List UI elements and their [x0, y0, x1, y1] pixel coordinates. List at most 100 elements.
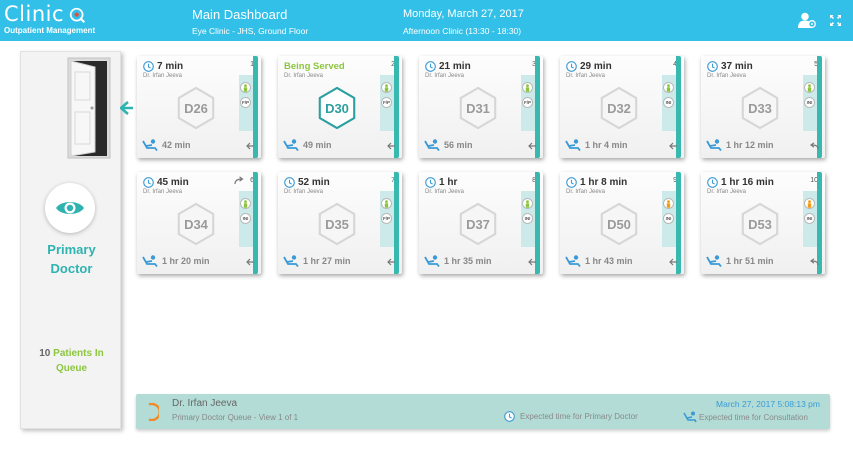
visit-type-badge[interactable]: INI — [804, 97, 815, 108]
expected-time-text: 45 min — [157, 177, 189, 188]
patient-status-icon[interactable] — [381, 82, 392, 93]
back-arrow-icon[interactable] — [246, 258, 255, 266]
visit-type-text: INI — [665, 216, 672, 221]
back-arrow-icon[interactable] — [387, 258, 396, 266]
back-arrow-icon[interactable] — [669, 142, 678, 150]
queue-card[interactable]: 1 hr 16 min Dr. Irfan Jeeva 10 D53 1 hr … — [701, 172, 825, 274]
queue-card[interactable]: 37 min Dr. Irfan Jeeva 5 D33 1 hr 12 min… — [701, 56, 825, 158]
queue-card[interactable]: 21 min Dr. Irfan Jeeva 3 D31 56 min F/P — [419, 56, 543, 158]
back-arrow-icon[interactable] — [387, 142, 396, 150]
dashboard-title-block: Main Dashboard Eye Clinic - JHS, Ground … — [192, 7, 308, 36]
expected-time: 29 min — [566, 61, 612, 72]
queue-card[interactable]: 7 min Dr. Irfan Jeeva 1 D26 42 min F/P — [137, 56, 261, 158]
arrow-left-icon — [120, 101, 133, 115]
brand-q-icon — [70, 7, 86, 24]
clock-icon — [707, 177, 718, 188]
queue-card[interactable]: 29 min Dr. Irfan Jeeva 4 D32 1 hr 4 min … — [560, 56, 684, 158]
patient-status-icon[interactable] — [522, 82, 533, 93]
patient-code[interactable]: D34 — [174, 202, 218, 246]
queue-card[interactable]: 52 min Dr. Irfan Jeeva 7 D35 1 hr 27 min… — [278, 172, 402, 274]
expected-time-text: 1 hr 8 min — [580, 177, 628, 188]
legend-primary: Expected time for Primary Doctor — [504, 411, 638, 422]
forward-icon[interactable] — [234, 176, 244, 185]
consult-wait: 1 hr 27 min — [283, 255, 351, 267]
clock-icon — [707, 61, 718, 72]
patient-code[interactable]: D30 — [315, 86, 359, 130]
user-settings-icon[interactable] — [798, 12, 816, 28]
visit-type-badge[interactable]: INI — [663, 97, 674, 108]
expected-time: 21 min — [425, 61, 471, 72]
back-arrow-icon[interactable] — [528, 258, 537, 266]
queue-card[interactable]: 1 hr 8 min Dr. Irfan Jeeva 9 D50 1 hr 43… — [560, 172, 684, 274]
consult-wait: 42 min — [142, 139, 191, 151]
legend-consult: Expected time for Consultation — [683, 411, 808, 423]
clock-icon — [284, 177, 295, 188]
consult-chair-icon — [706, 139, 722, 151]
patient-code[interactable]: D53 — [738, 202, 782, 246]
visit-type-text: F/P — [523, 100, 531, 105]
patient-code[interactable]: D26 — [174, 86, 218, 130]
patient-code[interactable]: D37 — [456, 202, 500, 246]
brand-subtitle: Outpatient Management — [4, 26, 96, 35]
queue-count: 10 Patients In Queue — [21, 346, 122, 376]
patient-status-icon[interactable] — [804, 82, 815, 93]
back-arrow-icon[interactable] — [528, 142, 537, 150]
queue-card[interactable]: 45 min Dr. Irfan Jeeva 6 D34 1 hr 20 min… — [137, 172, 261, 274]
doctor-name: Dr. Irfan Jeeva — [143, 189, 183, 195]
doctor-name: Dr. Irfan Jeeva — [425, 189, 465, 195]
visit-type-badge[interactable]: INI — [804, 213, 815, 224]
visit-type-badge[interactable]: F/P — [240, 97, 251, 108]
patient-status-icon[interactable] — [663, 82, 674, 93]
visit-type-badge[interactable]: INI — [240, 213, 251, 224]
visit-type-badge[interactable]: F/P — [522, 97, 533, 108]
queue-card[interactable]: 1 hr Dr. Irfan Jeeva 8 D37 1 hr 35 min I… — [419, 172, 543, 274]
consult-wait-text: 1 hr 4 min — [585, 140, 628, 150]
patient-code[interactable]: D32 — [597, 86, 641, 130]
consult-wait: 1 hr 20 min — [142, 255, 210, 267]
doctor-role-line2: Doctor — [50, 261, 93, 276]
clock-icon — [425, 61, 436, 72]
patient-status-icon[interactable] — [522, 198, 533, 209]
consult-wait-text: 1 hr 51 min — [726, 256, 774, 266]
visit-type-badge[interactable]: INI — [522, 213, 533, 224]
clock-icon — [143, 177, 154, 188]
back-arrow-icon[interactable] — [669, 258, 678, 266]
patient-status-icon[interactable] — [381, 198, 392, 209]
expected-time-text: 52 min — [298, 177, 330, 188]
doctor-role: Primary Doctor — [21, 240, 122, 278]
expected-time-text: 37 min — [721, 61, 753, 72]
expected-time-text: 21 min — [439, 61, 471, 72]
consult-chair-icon — [706, 255, 722, 267]
patient-code[interactable]: D50 — [597, 202, 641, 246]
expected-time: Being Served — [284, 61, 345, 72]
brand-name: Clinic — [4, 2, 65, 26]
consult-chair-icon — [283, 255, 299, 267]
consult-wait-text: 42 min — [162, 140, 191, 150]
expected-time: 1 hr 16 min — [707, 177, 774, 188]
visit-type-badge[interactable]: F/P — [381, 213, 392, 224]
visit-type-badge[interactable]: F/P — [381, 97, 392, 108]
queue-card[interactable]: Being Served Dr. Irfan Jeeva 2 D30 49 mi… — [278, 56, 402, 158]
patient-code[interactable]: D33 — [738, 86, 782, 130]
consult-wait-text: 1 hr 12 min — [726, 140, 774, 150]
queue-count-number: 10 — [39, 348, 51, 359]
expected-time: 1 hr 8 min — [566, 177, 627, 188]
fullscreen-icon[interactable] — [830, 14, 841, 26]
patient-status-icon[interactable] — [663, 198, 674, 209]
patient-status-icon[interactable] — [804, 198, 815, 209]
back-arrow-icon[interactable] — [246, 142, 255, 150]
patient-code[interactable]: D31 — [456, 86, 500, 130]
expected-time: 52 min — [284, 177, 330, 188]
eye-icon — [56, 202, 84, 214]
consult-chair-icon — [142, 139, 158, 151]
visit-type-badge[interactable]: INI — [663, 213, 674, 224]
expected-time: 45 min — [143, 177, 189, 188]
return-icon[interactable] — [810, 258, 819, 266]
visit-type-text: F/P — [382, 100, 390, 105]
footer-queue-view: Primary Doctor Queue - View 1 of 1 — [172, 413, 299, 422]
patient-code[interactable]: D35 — [315, 202, 359, 246]
return-icon[interactable] — [810, 142, 819, 150]
patient-status-icon[interactable] — [240, 198, 251, 209]
patient-status-icon[interactable] — [240, 82, 251, 93]
loading-spinner-icon — [148, 403, 159, 421]
